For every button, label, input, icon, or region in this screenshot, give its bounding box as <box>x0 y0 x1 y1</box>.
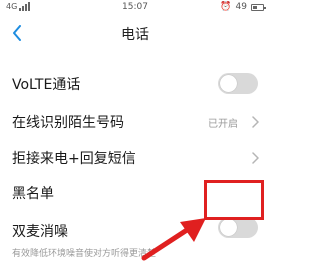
page-title: 电话 <box>121 27 149 43</box>
setting-row-reject-sms[interactable]: 拒接来电+回复短信 <box>0 139 270 176</box>
setting-label: 拒接来电+回复短信 <box>12 151 136 167</box>
setting-label: 在线识别陌生号码 <box>12 115 124 131</box>
alarm-icon: ⏰ <box>220 2 232 12</box>
battery-percent: 49 <box>235 2 247 12</box>
setting-row-caller-id[interactable]: 在线识别陌生号码 已开启 <box>0 103 270 140</box>
setting-label: 黑名单 <box>12 186 54 202</box>
nav-bar: 电话 <box>0 16 270 50</box>
highlight-box <box>204 180 264 220</box>
chevron-right-icon <box>252 152 259 164</box>
annotation-arrow-icon <box>141 218 206 261</box>
dual-mic-toggle[interactable] <box>218 217 258 238</box>
volte-toggle[interactable] <box>218 73 258 94</box>
status-right: ⏰ 49 <box>220 2 266 12</box>
chevron-right-icon <box>252 116 259 128</box>
setting-label: 双麦消噪 <box>12 224 68 240</box>
status-bar: 4G 15:07 ⏰ 49 <box>0 0 270 16</box>
battery-icon <box>251 3 266 11</box>
setting-value: 已开启 <box>208 119 238 130</box>
dual-mic-description: 有效降低环境噪音使对方听得更清楚 <box>12 249 157 259</box>
toggle-knob <box>220 75 237 92</box>
setting-label: VoLTE通话 <box>12 77 81 93</box>
toggle-knob <box>220 219 237 236</box>
setting-row-volte[interactable]: VoLTE通话 <box>0 65 270 102</box>
